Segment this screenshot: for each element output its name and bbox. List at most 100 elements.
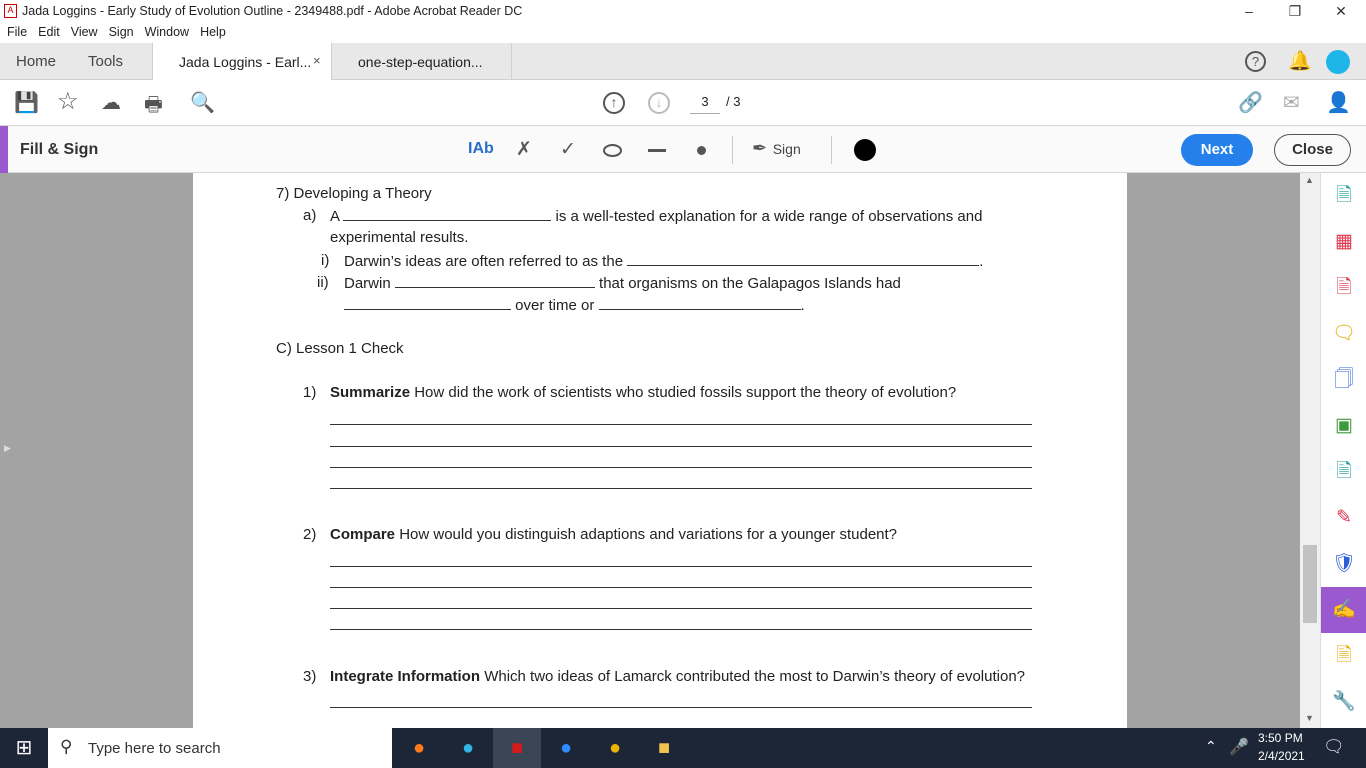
question-i: Darwin’s ideas are often referred to as … — [344, 253, 984, 270]
compress-icon[interactable]: ▣ — [1321, 403, 1366, 449]
menu-sign[interactable]: Sign — [109, 25, 134, 39]
save-icon[interactable]: 💾 — [14, 90, 39, 115]
vertical-scrollbar[interactable]: ▲ ▼ — [1300, 173, 1320, 728]
tab-document-active[interactable]: Jada Loggins - Earl... × — [152, 43, 332, 81]
main-toolbar: 💾 ☆ ☁ 🖶 🔍 ↑ ↓ 3 / 3 🔗 ✉ 👤 — [0, 80, 1366, 126]
answer-line[interactable] — [330, 446, 1032, 447]
page-total: / 3 — [726, 94, 741, 109]
answer-line[interactable] — [330, 707, 1032, 708]
divider — [831, 136, 832, 164]
answer-line[interactable] — [330, 488, 1032, 489]
previous-page-icon[interactable]: ↑ — [603, 92, 625, 114]
file-explorer-icon[interactable]: ■ — [640, 728, 688, 768]
question-3: Integrate Information Which two ideas of… — [330, 668, 1026, 685]
add-user-icon[interactable]: 👤 — [1326, 90, 1351, 115]
avatar[interactable] — [1326, 50, 1350, 74]
fill-sign-bar: Fill & Sign IAb ✗ ✓ ✒ Sign Next Close — [0, 126, 1366, 173]
expand-left-panel-icon[interactable]: ▶ — [4, 443, 11, 454]
check-mark-tool[interactable]: ✓ — [560, 138, 576, 161]
print-icon[interactable]: 🖶 — [144, 90, 163, 124]
tab-label: one-step-equation... — [358, 54, 483, 70]
question-ii: Darwin that organisms on the Galapagos I… — [344, 275, 901, 292]
organize-pages-icon[interactable]: ▦ — [1321, 219, 1366, 265]
item-label: i) — [321, 252, 330, 269]
cross-mark-tool[interactable]: ✗ — [516, 138, 532, 161]
restore-button[interactable]: ❐ — [1272, 0, 1318, 22]
menu-help[interactable]: Help — [200, 25, 226, 39]
close-window-button[interactable]: ✕ — [1318, 0, 1364, 22]
highlight-pen-icon[interactable]: ✎ — [1321, 495, 1366, 541]
close-tab-icon[interactable]: × — [313, 53, 321, 68]
question-number: 1) — [303, 384, 317, 401]
zoom-search-icon[interactable]: 🔍 — [190, 90, 215, 115]
tab-label: Jada Loggins - Earl... — [179, 54, 312, 70]
question-ii-cont: over time or . — [344, 296, 805, 314]
menu-window[interactable]: Window — [145, 25, 189, 39]
bookmark-star-icon[interactable]: ☆ — [57, 87, 79, 116]
add-text-tool[interactable]: IAb — [468, 140, 494, 158]
answer-line[interactable] — [330, 608, 1032, 609]
tab-document-2[interactable]: one-step-equation... — [332, 43, 512, 80]
scroll-up-icon[interactable]: ▲ — [1305, 175, 1314, 185]
menu-view[interactable]: View — [71, 25, 98, 39]
edge-icon[interactable]: ● — [444, 728, 492, 768]
action-center-icon[interactable]: 🗨 — [1323, 737, 1345, 757]
protect-shield-icon[interactable]: 🛡 — [1321, 541, 1366, 587]
window-title: Jada Loggins - Early Study of Evolution … — [22, 4, 523, 18]
menu-file[interactable]: File — [7, 25, 27, 39]
document-viewport: ▶ 7) Developing a Theory a) A is a well-… — [0, 173, 1320, 728]
pen-sign-icon: ✒ — [752, 138, 768, 158]
share-link-icon[interactable]: 🔗 — [1238, 90, 1263, 115]
chrome-icon[interactable]: ● — [591, 728, 639, 768]
answer-line[interactable] — [330, 467, 1032, 468]
zoom-app-icon[interactable]: ● — [542, 728, 590, 768]
more-tools-doc-icon[interactable]: 🗎 — [1321, 633, 1366, 679]
minimize-button[interactable]: – — [1226, 0, 1272, 22]
right-tools-panel: 🗎 ▦ 🗎 🗨 🗍 ▣ 🗎 ✎ 🛡 ✍ 🗎 🔧 — [1320, 173, 1366, 728]
email-icon[interactable]: ✉ — [1283, 90, 1300, 115]
tab-tools[interactable]: Tools — [88, 43, 123, 80]
line-tool[interactable] — [648, 149, 666, 152]
tab-home[interactable]: Home — [16, 43, 56, 80]
answer-line[interactable] — [330, 587, 1032, 588]
item-label: ii) — [317, 274, 329, 291]
firefox-icon[interactable]: ● — [395, 728, 443, 768]
color-picker[interactable] — [854, 139, 876, 161]
page-number-input[interactable]: 3 — [690, 94, 720, 114]
create-pdf-icon[interactable]: 🗎 — [1321, 173, 1366, 219]
question-a-cont: experimental results. — [330, 229, 469, 246]
acrobat-taskbar-icon[interactable]: ■ — [493, 728, 541, 768]
section-heading: C) Lesson 1 Check — [276, 340, 404, 357]
dot-tool[interactable] — [697, 146, 706, 155]
answer-line[interactable] — [330, 566, 1032, 567]
next-page-icon[interactable]: ↓ — [648, 92, 670, 114]
answer-line[interactable] — [330, 629, 1032, 630]
next-button[interactable]: Next — [1181, 134, 1253, 166]
clock-time[interactable]: 3:50 PM — [1258, 731, 1303, 745]
scan-icon[interactable]: 🗎 — [1321, 449, 1366, 495]
edit-pdf-icon[interactable]: 🗍 — [1321, 357, 1366, 403]
menu-edit[interactable]: Edit — [38, 25, 60, 39]
upload-cloud-icon[interactable]: ☁ — [101, 90, 121, 115]
scroll-down-icon[interactable]: ▼ — [1305, 713, 1314, 723]
export-pdf-icon[interactable]: 🗎 — [1321, 265, 1366, 311]
microphone-icon[interactable]: 🎤 — [1229, 737, 1249, 757]
tab-bar: Home Tools Jada Loggins - Earl... × one-… — [0, 43, 1366, 81]
taskbar-search[interactable]: ⚲ Type here to search — [48, 728, 392, 768]
windows-start-icon[interactable]: ⊞ — [0, 728, 48, 768]
title-bar: A Jada Loggins - Early Study of Evolutio… — [0, 0, 1366, 22]
clock-date[interactable]: 2/4/2021 — [1258, 749, 1305, 763]
ellipse-tool[interactable] — [603, 144, 622, 157]
customize-tools-icon[interactable]: 🔧 — [1321, 679, 1366, 725]
fill-sign-icon[interactable]: ✍ — [1321, 587, 1366, 633]
notifications-bell-icon[interactable]: 🔔 — [1288, 49, 1312, 73]
question-number: 3) — [303, 668, 317, 685]
sign-label: Sign — [772, 141, 801, 157]
help-icon[interactable]: ? — [1245, 51, 1266, 72]
close-button[interactable]: Close — [1274, 134, 1351, 166]
answer-line[interactable] — [330, 424, 1032, 425]
scrollbar-thumb[interactable] — [1303, 545, 1317, 623]
show-hidden-icons[interactable]: ⌃ — [1205, 738, 1217, 755]
sign-button[interactable]: ✒ Sign — [752, 138, 801, 159]
comment-icon[interactable]: 🗨 — [1321, 311, 1366, 357]
